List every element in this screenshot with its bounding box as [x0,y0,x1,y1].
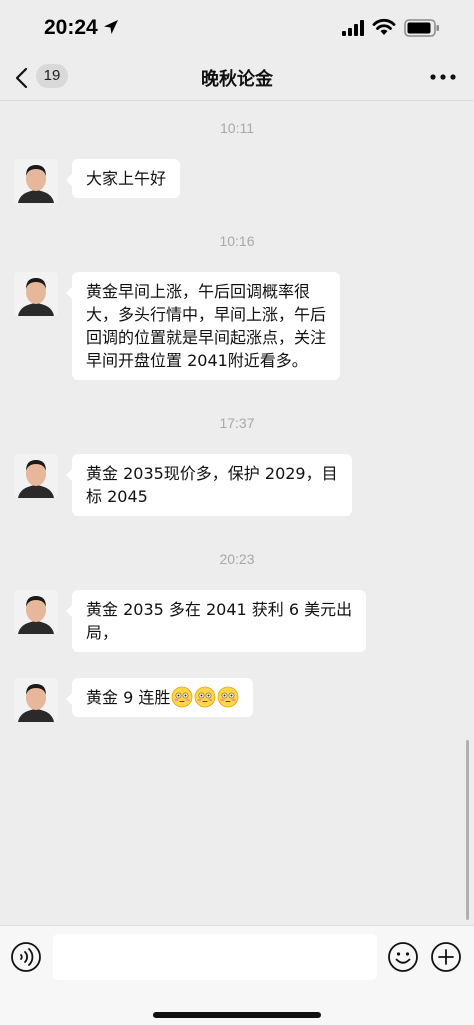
more-dots-icon[interactable] [430,73,456,81]
message-bubble[interactable]: 黄金 2035 多在 2041 获利 6 美元出 局， [65,590,367,652]
sender-avatar[interactable] [14,159,58,203]
message-text-line: 局， [86,623,119,642]
message-text: 黄金 9 连胜 [86,688,171,707]
status-bar: 20:24 [0,0,474,56]
message-timestamp: 20:23 [219,551,255,567]
cellular-signal-icon [342,20,364,36]
message-text-line: 回调的位置就是早间起涨点，关注 [86,328,327,347]
battery-icon [404,19,439,37]
chat-scrollbar[interactable] [466,740,469,920]
sender-avatar[interactable] [14,454,58,498]
plus-icon[interactable] [430,941,462,973]
input-bar [0,925,474,1025]
chat-title: 晚秋论金 [201,69,273,90]
message-text: 大家上午好 [86,169,167,188]
message-input[interactable] [53,934,377,980]
sender-avatar[interactable] [14,590,58,634]
status-time: 20:24 [44,16,98,39]
chat-area[interactable]: 10:11 大家上午好 10:16 黄金早间上涨，午后回调概率很 大，多头行情中… [0,101,474,925]
message-text-line: 黄金 2035现价多，保护 2029，目 [86,464,338,483]
sender-avatar[interactable] [14,272,58,316]
flushed-face-icon [194,686,216,708]
message-text-line: 标 2045 [86,487,148,506]
smile-icon[interactable] [387,941,419,973]
sender-avatar[interactable] [14,678,58,722]
message-text-line: 大，多头行情中，早间上涨，午后 [86,305,327,324]
message-bubble[interactable]: 黄金 9 连胜 [65,678,254,717]
nav-bar: 19 晚秋论金 [0,56,474,100]
message-text-line: 早间开盘位置 2041附近看多。 [86,351,308,370]
message-timestamp: 10:11 [220,120,254,136]
voice-icon[interactable] [10,941,42,973]
message-text-line: 黄金早间上涨，午后回调概率很 [86,282,311,301]
message-text-line: 黄金 2035 多在 2041 获利 6 美元出 [86,600,353,619]
message-bubble[interactable]: 大家上午好 [65,159,181,198]
location-arrow-icon [104,20,118,34]
message-timestamp: 17:37 [219,415,255,431]
flushed-face-icon [217,686,239,708]
home-indicator [153,1012,321,1018]
wifi-icon [372,18,396,35]
message-bubble[interactable]: 黄金 2035现价多，保护 2029，目 标 2045 [66,454,352,516]
message-timestamp: 10:16 [219,233,255,249]
flushed-face-icon [171,686,193,708]
message-bubble[interactable]: 黄金早间上涨，午后回调概率很 大，多头行情中，早间上涨，午后 回调的位置就是早间… [65,272,341,380]
